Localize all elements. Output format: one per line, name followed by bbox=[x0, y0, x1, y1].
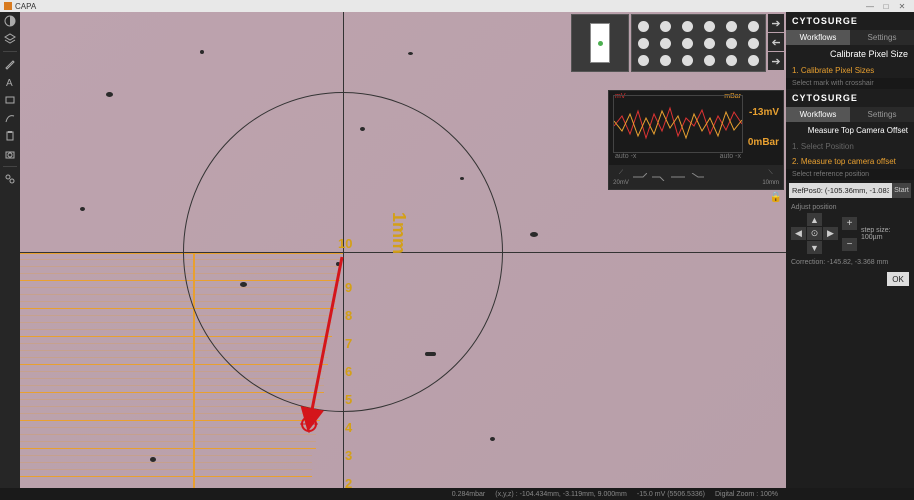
microscope-viewport[interactable]: 1mm 2 3 4 5 6 7 8 9 10 bbox=[20, 12, 786, 488]
curve-icon[interactable] bbox=[3, 111, 17, 125]
correction-arrow bbox=[300, 252, 350, 432]
scale-num-3: 3 bbox=[345, 448, 352, 463]
maximize-button[interactable]: □ bbox=[878, 2, 894, 11]
pressure-reading: 0mBar bbox=[748, 137, 779, 148]
status-zoom: Digital Zoom : 100% bbox=[715, 491, 778, 498]
step-minus[interactable]: − bbox=[842, 238, 857, 251]
contrast-icon[interactable] bbox=[3, 14, 17, 28]
step-measure-offset[interactable]: 2. Measure top camera offset bbox=[786, 154, 914, 169]
dpad-down[interactable]: ▼ bbox=[807, 241, 822, 254]
titlebar: CAPA — □ ✕ bbox=[0, 0, 914, 12]
probe-icon-4[interactable] bbox=[689, 172, 705, 182]
step-size-label: step size: 100µm bbox=[861, 227, 909, 241]
position-dpad: ▲ ◀⊙▶ ▼ bbox=[791, 213, 838, 254]
voltage-reading: -13mV bbox=[749, 107, 779, 118]
probe-icon-1[interactable] bbox=[632, 172, 648, 182]
ref-label: Select reference position bbox=[786, 169, 914, 180]
layers-icon[interactable] bbox=[3, 32, 17, 46]
overlay-panels: ➔ ➔ ➔ bbox=[571, 14, 784, 72]
sample-preview[interactable] bbox=[571, 14, 629, 72]
hint-crosshair: Select mark with crosshair bbox=[786, 78, 914, 89]
camera-icon[interactable] bbox=[3, 147, 17, 161]
svg-text:A: A bbox=[6, 78, 13, 88]
app-icon bbox=[4, 2, 12, 10]
probe-icon-2[interactable] bbox=[651, 172, 667, 182]
dpad-center[interactable]: ⊙ bbox=[807, 227, 822, 240]
status-coords: (x,y,z) : -104.434mm, -3.119mm, 9.000mm bbox=[495, 491, 627, 498]
tab-workflows-2[interactable]: Workflows bbox=[786, 107, 850, 122]
settings-icon[interactable] bbox=[3, 172, 17, 186]
dpad-right[interactable]: ▶ bbox=[823, 227, 838, 240]
probe-icon-3[interactable] bbox=[670, 172, 686, 182]
minimize-button[interactable]: — bbox=[862, 2, 878, 11]
scale-num-10: 10 bbox=[338, 236, 352, 251]
scale-num-2: 2 bbox=[345, 476, 352, 488]
panel2-title: Measure Top Camera Offset bbox=[786, 122, 914, 139]
tab-settings-1[interactable]: Settings bbox=[850, 30, 914, 45]
graph-scale-right[interactable]: ⟍10mm bbox=[762, 169, 779, 186]
nav-right-1[interactable]: ➔ bbox=[768, 14, 784, 32]
signal-graph: mV mBar auto -x auto -x -13mV 0mBar ⟋20m… bbox=[608, 90, 784, 190]
status-pressure: 0.284mbar bbox=[452, 491, 485, 498]
step-plus[interactable]: + bbox=[842, 217, 857, 230]
left-toolbar: A bbox=[0, 12, 20, 488]
status-voltage: -15.0 mV (5506.5336) bbox=[637, 491, 705, 498]
graph-scale-left[interactable]: ⟋20mV bbox=[613, 169, 629, 186]
pencil-icon[interactable] bbox=[3, 57, 17, 71]
ref-position-input[interactable] bbox=[789, 183, 892, 198]
dpad-up[interactable]: ▲ bbox=[807, 213, 822, 226]
clipboard-icon[interactable] bbox=[3, 129, 17, 143]
scale-label: 1mm bbox=[388, 212, 409, 254]
brand-1: CYTOSURGE bbox=[786, 12, 914, 30]
lock-icon[interactable]: 🔒 bbox=[770, 192, 782, 203]
step-select-position[interactable]: 1. Select Position bbox=[786, 139, 914, 154]
tab-workflows-1[interactable]: Workflows bbox=[786, 30, 850, 45]
nav-left[interactable]: ➔ bbox=[768, 33, 784, 51]
brand-2: CYTOSURGE bbox=[786, 89, 914, 107]
rect-icon[interactable] bbox=[3, 93, 17, 107]
step-calibrate-pixel[interactable]: 1. Calibrate Pixel Sizes bbox=[786, 63, 914, 78]
text-icon[interactable]: A bbox=[3, 75, 17, 89]
panel1-title: Calibrate Pixel Size bbox=[786, 45, 914, 63]
dpad-left[interactable]: ◀ bbox=[791, 227, 806, 240]
tab-settings-2[interactable]: Settings bbox=[850, 107, 914, 122]
nav-right-2[interactable]: ➔ bbox=[768, 52, 784, 70]
app-name: CAPA bbox=[15, 2, 36, 11]
right-sidebar: CYTOSURGE Workflows Settings Calibrate P… bbox=[786, 12, 914, 488]
target-marker bbox=[301, 416, 317, 432]
start-button[interactable]: Start bbox=[892, 183, 911, 198]
close-button[interactable]: ✕ bbox=[894, 2, 910, 11]
ok-button[interactable]: OK bbox=[887, 272, 909, 286]
adjust-label: Adjust position bbox=[791, 204, 909, 211]
well-plate[interactable] bbox=[631, 14, 766, 72]
statusbar: 0.284mbar (x,y,z) : -104.434mm, -3.119mm… bbox=[20, 488, 786, 500]
correction-readout: Correction: -145.82, -3.368 mm bbox=[786, 257, 914, 268]
